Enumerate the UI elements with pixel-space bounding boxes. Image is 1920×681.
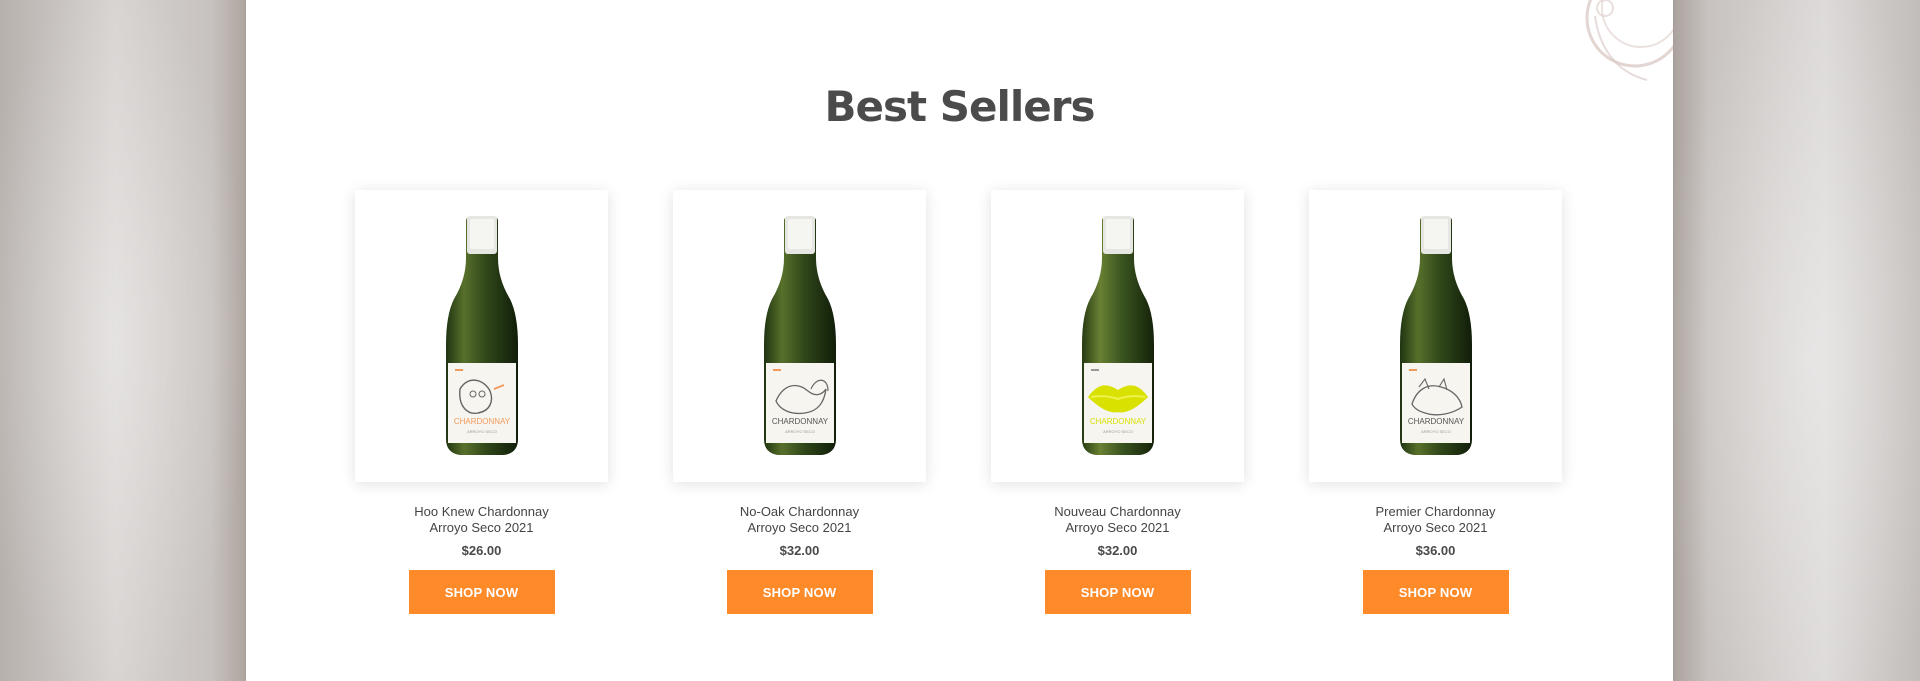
product-card-premier: CHARDONNAY ARROYO SECO Premier Chardonna… [1309, 190, 1562, 630]
svg-text:ARROYO SECO: ARROYO SECO [467, 429, 497, 434]
product-price: $36.00 [1415, 543, 1456, 558]
product-price: $26.00 [461, 543, 502, 558]
svg-text:ARROYO SECO: ARROYO SECO [1421, 429, 1451, 434]
shop-now-button[interactable]: SHOP NOW [408, 570, 555, 614]
wine-bottle-icon: CHARDONNAY ARROYO SECO [445, 216, 518, 455]
svg-text:CHARDONNAY: CHARDONNAY [771, 417, 828, 426]
product-name-line-2[interactable]: Arroyo Seco 2021 [673, 520, 926, 536]
wine-bottle-icon: CHARDONNAY ARROYO SECO [1399, 216, 1472, 455]
product-name[interactable]: No-Oak Chardonnay Arroyo Seco 2021 [673, 504, 926, 536]
product-card-hoo-knew: CHARDONNAY ARROYO SECO Hoo Knew Chardonn… [355, 190, 608, 630]
product-name-line-1[interactable]: No-Oak Chardonnay [673, 504, 926, 520]
product-name[interactable]: Nouveau Chardonnay Arroyo Seco 2021 [991, 504, 1244, 536]
product-name-line-1[interactable]: Hoo Knew Chardonnay [355, 504, 608, 520]
product-name-line-2[interactable]: Arroyo Seco 2021 [991, 520, 1244, 536]
wine-bottle-icon: CHARDONNAY ARROYO SECO [1081, 216, 1154, 455]
shop-now-button[interactable]: SHOP NOW [1362, 570, 1509, 614]
product-name-line-1[interactable]: Nouveau Chardonnay [991, 504, 1244, 520]
svg-text:CHARDONNAY: CHARDONNAY [1089, 417, 1146, 426]
section-title: Best Sellers [824, 82, 1096, 131]
shop-now-button[interactable]: SHOP NOW [1044, 570, 1191, 614]
shop-now-button[interactable]: SHOP NOW [726, 570, 873, 614]
product-name-line-1[interactable]: Premier Chardonnay [1309, 504, 1562, 520]
product-image[interactable]: CHARDONNAY ARROYO SECO [673, 190, 926, 482]
product-name[interactable]: Hoo Knew Chardonnay Arroyo Seco 2021 [355, 504, 608, 536]
wine-bottle-icon: CHARDONNAY ARROYO SECO [763, 216, 836, 455]
svg-text:CHARDONNAY: CHARDONNAY [1407, 417, 1464, 426]
product-card-no-oak: CHARDONNAY ARROYO SECO No-Oak Chardonnay… [673, 190, 926, 630]
product-price: $32.00 [779, 543, 820, 558]
product-name-line-2[interactable]: Arroyo Seco 2021 [1309, 520, 1562, 536]
product-price: $32.00 [1097, 543, 1138, 558]
product-image[interactable]: CHARDONNAY ARROYO SECO [991, 190, 1244, 482]
svg-text:CHARDONNAY: CHARDONNAY [453, 417, 510, 426]
svg-text:ARROYO SECO: ARROYO SECO [785, 429, 815, 434]
product-card-nouveau: CHARDONNAY ARROYO SECO Nouveau Chardonna… [991, 190, 1244, 630]
product-grid: CHARDONNAY ARROYO SECO Hoo Knew Chardonn… [355, 190, 1564, 630]
product-name-line-2[interactable]: Arroyo Seco 2021 [355, 520, 608, 536]
product-image[interactable]: CHARDONNAY ARROYO SECO [355, 190, 608, 482]
best-sellers-panel: Best Sellers CHARDONNAY ARROYO SECO Hoo … [246, 0, 1673, 681]
product-name[interactable]: Premier Chardonnay Arroyo Seco 2021 [1309, 504, 1562, 536]
product-image[interactable]: CHARDONNAY ARROYO SECO [1309, 190, 1562, 482]
svg-text:ARROYO SECO: ARROYO SECO [1103, 429, 1133, 434]
